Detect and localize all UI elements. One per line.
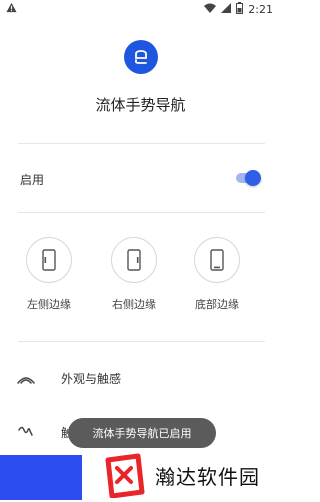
status-bar: 2:21 [0,0,281,18]
divider [18,212,265,213]
edge-option-label: 底部边缘 [195,298,239,311]
phone-bottom-edge-icon [210,249,224,271]
edge-option-label: 左侧边缘 [27,298,71,311]
phone-left-edge-icon [42,249,56,271]
battery-icon [236,2,244,17]
phone-right-edge-icon [127,249,141,271]
warning-icon [6,2,17,16]
squiggle-icon [16,422,36,442]
divider [18,143,265,144]
edge-option-left[interactable]: 左侧边缘 [19,237,79,312]
enable-label: 启用 [20,173,45,187]
edge-option-circle[interactable] [111,237,157,283]
edge-option-circle[interactable] [26,237,72,283]
watermark-brand: 瀚达软件园 [155,465,260,489]
edge-option-circle[interactable] [194,237,240,283]
edge-option-label: 右侧边缘 [112,298,156,311]
menu-item-appearance[interactable]: 外观与触感 [0,364,281,394]
toggle-thumb [245,170,261,186]
toast-message: 流体手势导航已启用 [68,418,216,448]
menu-item-label: 外观与触感 [61,372,122,386]
cellular-icon [221,3,232,16]
wifi-arcs-icon [16,368,36,388]
gesture-logo-icon [124,40,158,74]
watermark-logo [104,452,146,499]
clock: 2:21 [248,3,273,16]
page-title: 流体手势导航 [95,96,186,114]
divider [18,341,265,342]
edge-option-right[interactable]: 右侧边缘 [104,237,164,312]
edge-option-bottom[interactable]: 底部边缘 [187,237,247,312]
watermark-blue-block [0,455,82,500]
wifi-icon [204,3,217,16]
enable-toggle[interactable] [236,170,262,186]
